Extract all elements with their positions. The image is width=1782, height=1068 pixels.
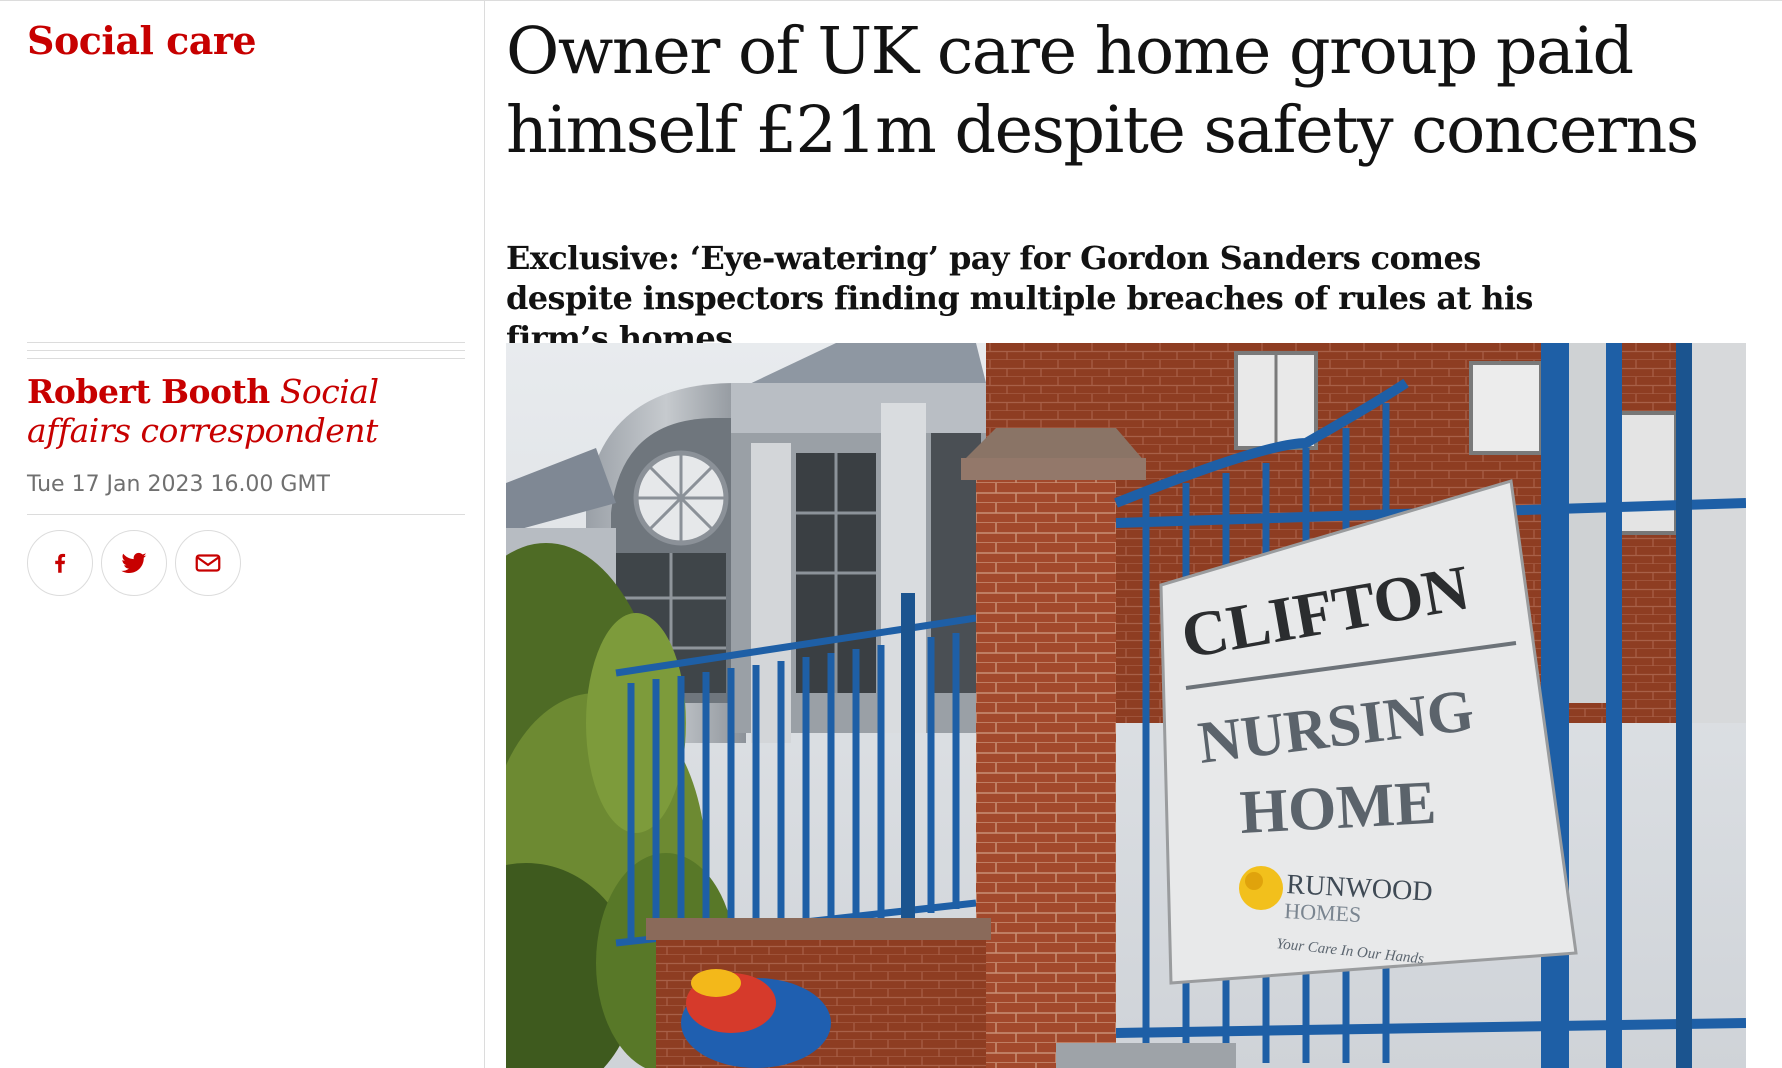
- share-email-button[interactable]: [175, 530, 241, 596]
- facebook-icon: [55, 553, 66, 573]
- section-link-social-care[interactable]: Social care: [27, 18, 257, 63]
- share-facebook-button[interactable]: [27, 530, 93, 596]
- author-name-link[interactable]: Robert Booth: [27, 372, 270, 411]
- rose-logo-icon: [1239, 866, 1283, 910]
- article-headline: Owner of UK care home group paid himself…: [506, 14, 1699, 168]
- date-divider: [27, 514, 465, 515]
- logo-homes: HOMES: [1284, 898, 1362, 927]
- top-border: [0, 0, 1782, 1]
- article-standfirst: Exclusive: ‘Eye-watering’ pay for Gordon…: [506, 239, 1533, 357]
- share-twitter-button[interactable]: [101, 530, 167, 596]
- share-buttons: [27, 530, 241, 596]
- sign-line-home: HOME: [1238, 769, 1438, 847]
- twitter-icon: [121, 552, 147, 573]
- email-icon: [195, 554, 221, 572]
- byline: Robert Booth Social affairs corresponden…: [27, 372, 467, 450]
- publish-date: Tue 17 Jan 2023 16.00 GMT: [27, 472, 330, 497]
- nursing-home-photo: CLIFTON NURSING HOME RUNWOOD HOMES Your …: [506, 343, 1746, 1068]
- byline-rules: [27, 342, 465, 366]
- column-divider: [484, 0, 485, 1068]
- article-main-image: CLIFTON NURSING HOME RUNWOOD HOMES Your …: [506, 343, 1746, 1068]
